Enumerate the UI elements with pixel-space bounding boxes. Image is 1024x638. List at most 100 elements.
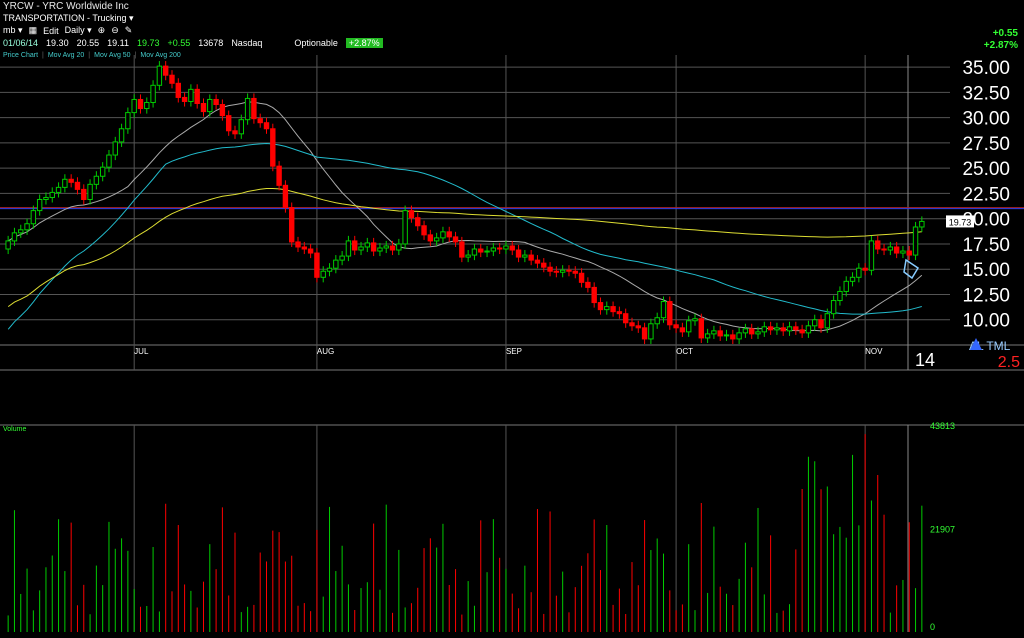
candle-body (427, 234, 434, 242)
price-tick-label: 10.00 (962, 311, 1010, 332)
candle-body (774, 327, 780, 331)
month-tick-label: SEP (506, 347, 522, 356)
candle-body (49, 191, 55, 198)
candle-body (18, 229, 24, 234)
month-axis: JULAUGSEPOCTNOVDEC (134, 347, 883, 356)
candle-body (862, 267, 868, 271)
candle-body (830, 300, 837, 315)
candle-body (459, 241, 465, 258)
candle-body (723, 334, 730, 337)
candle-body (635, 325, 641, 329)
candle-body (559, 269, 566, 273)
candle-body (150, 84, 156, 103)
candle-body (553, 270, 560, 273)
candle-body (698, 318, 705, 339)
price-tick-label: 30.00 (962, 109, 1010, 130)
candle-body (377, 247, 383, 252)
candle-body (805, 325, 812, 334)
price-tick-label: 12.50 (962, 285, 1010, 306)
volume-title: Volume (3, 426, 26, 433)
candle-body (62, 178, 68, 188)
candle-body (408, 210, 415, 219)
candle-body (856, 267, 862, 278)
candle-body (345, 240, 352, 257)
candle-body (749, 328, 755, 335)
candle-body (181, 96, 188, 102)
candle-body (125, 112, 131, 130)
candle-body (679, 327, 686, 333)
candle-body (685, 320, 692, 333)
candle-body (610, 306, 616, 313)
candle-body (276, 165, 282, 186)
candle-body (893, 246, 900, 254)
candle-body (307, 248, 314, 254)
candle-body (11, 232, 18, 242)
candle-body (175, 82, 181, 98)
candle-body (333, 259, 339, 269)
candle-body (5, 240, 11, 250)
month-tick-label: NOV (865, 347, 883, 356)
date-day-label: 14 (915, 350, 935, 370)
candle-body (383, 245, 389, 249)
candle-body (396, 243, 402, 251)
candle-body (131, 98, 137, 114)
candle-body (68, 178, 74, 183)
candle-body (906, 250, 912, 256)
candle-body (767, 326, 774, 331)
candle-body (597, 302, 604, 311)
month-tick-label: AUG (317, 347, 334, 356)
candle-body (478, 248, 484, 253)
candle-body (528, 254, 534, 261)
candle-body (793, 326, 799, 331)
candle-body (471, 248, 478, 256)
candle-body (742, 328, 749, 334)
volume-tick-label: 21907 (930, 524, 955, 534)
candle-body (219, 104, 226, 117)
price-tick-label: 27.50 (962, 134, 1010, 155)
candle-body (534, 259, 541, 264)
candle-body (648, 323, 654, 340)
candle-body (213, 98, 219, 106)
candle-body (868, 240, 875, 271)
candle-body (295, 241, 301, 248)
candle-body (667, 301, 673, 326)
ma20-line (7, 101, 923, 332)
candle-body (692, 318, 698, 322)
candle-body (36, 198, 43, 212)
candle-body (522, 254, 528, 258)
candle-body (339, 255, 345, 261)
candle-body (87, 183, 93, 200)
candle-body (578, 272, 585, 283)
candle-body (509, 245, 515, 251)
month-tick-label: OCT (676, 347, 693, 356)
candle-body (900, 250, 906, 254)
candle-body (301, 246, 308, 250)
candle-body (156, 65, 163, 86)
candle-body (446, 231, 452, 238)
candle-body (591, 286, 597, 304)
candle-body (421, 225, 427, 236)
price-tick-label: 15.00 (962, 260, 1010, 281)
candle-body (585, 281, 591, 288)
candle-body (188, 88, 194, 102)
candle-body (547, 266, 553, 272)
candle-body (24, 223, 30, 231)
candle-body (641, 327, 648, 340)
chart-canvas[interactable]: 10.0012.5015.0017.5020.0022.5025.0027.50… (0, 0, 1024, 638)
candle-body (875, 240, 881, 250)
candle-body (736, 332, 742, 340)
candle-body (818, 319, 824, 329)
candle-body (270, 128, 276, 167)
candle-body (352, 240, 358, 251)
candle-body (484, 250, 490, 253)
candle-body (251, 97, 257, 120)
candle-body (415, 217, 421, 227)
candle-body (364, 242, 371, 248)
candle-body (604, 306, 610, 311)
candle-body (711, 330, 717, 335)
candle-body (30, 210, 37, 225)
volume-tick-label: 43813 (930, 421, 955, 431)
candle-body (761, 326, 768, 333)
candle-body (566, 269, 572, 272)
candle-body (496, 247, 503, 250)
